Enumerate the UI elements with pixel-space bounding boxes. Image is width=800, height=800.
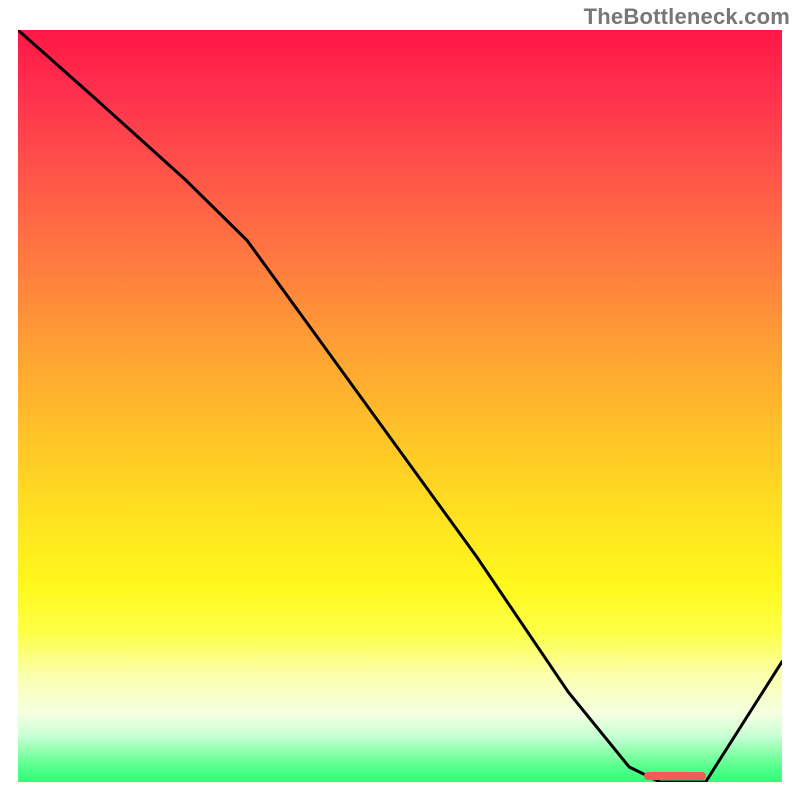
optimal-range-marker bbox=[644, 772, 705, 780]
bottleneck-curve bbox=[18, 30, 782, 782]
attribution-text: TheBottleneck.com bbox=[584, 4, 790, 30]
plot-area bbox=[18, 30, 782, 782]
curve-path bbox=[18, 30, 782, 782]
chart-container: TheBottleneck.com bbox=[0, 0, 800, 800]
